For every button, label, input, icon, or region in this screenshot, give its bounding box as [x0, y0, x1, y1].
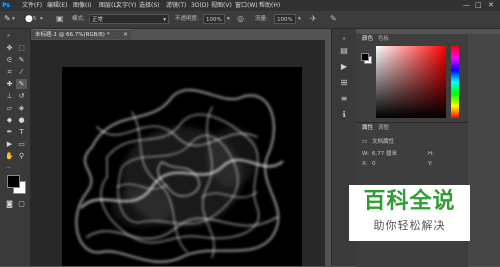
menu-window[interactable]: 窗口(W) [235, 1, 258, 10]
eraser-tool-icon[interactable]: ▱ [4, 103, 15, 113]
tab-color[interactable]: 颜色 [362, 36, 373, 43]
type-tool-icon[interactable]: T [16, 127, 27, 137]
move-tool-icon[interactable]: ✥ [4, 43, 15, 53]
chevron-down-icon: ▾ [163, 17, 166, 23]
flow-chevron-icon[interactable]: ▾ [298, 14, 301, 24]
opacity-input[interactable]: 100% [203, 14, 225, 24]
zoom-tool-icon[interactable]: ⚲ [16, 151, 27, 161]
photoshop-logo: Ps [1, 1, 11, 10]
blur-tool-icon[interactable]: ◆ [4, 115, 15, 125]
healing-brush-tool-icon[interactable]: ✚ [4, 79, 15, 89]
watermark-subtitle: 助你轻松解决 [373, 219, 446, 232]
menu-select[interactable]: 选择(S) [139, 1, 160, 10]
color-picker-field[interactable] [376, 46, 446, 118]
history-panel-icon[interactable]: ▤ [337, 45, 351, 57]
mode-select[interactable]: 正常 ▾ [89, 14, 169, 24]
flow-value: 100% [277, 17, 293, 23]
flow-label: 流量: [255, 16, 268, 22]
menu-edit[interactable]: 编辑(E) [47, 1, 67, 10]
menu-filter[interactable]: 滤镜(T) [166, 1, 186, 10]
quick-mask-icon[interactable]: ◙ [4, 199, 15, 209]
info-panel-icon[interactable]: ℹ [337, 109, 351, 121]
eyedropper-tool-icon[interactable]: ⁄ [16, 67, 27, 77]
lasso-tool-icon[interactable]: ᘓ [4, 55, 15, 65]
path-select-tool-icon[interactable]: ▶ [4, 139, 15, 149]
document-tab-label: 未标题-1 @ 66.7%(RGB/8) * [35, 32, 110, 38]
minimize-icon[interactable]: — [463, 1, 470, 10]
brush-picker-chevron-icon[interactable]: ▾ [40, 14, 43, 24]
brush-tip-icon[interactable]: ● [25, 14, 33, 24]
history-brush-tool-icon[interactable]: ↺ [16, 91, 27, 101]
document-icon: ▭ [362, 139, 368, 145]
screen-mode-icon[interactable]: ▢ [16, 199, 27, 209]
airbrush-icon[interactable]: ✈ [310, 14, 317, 24]
quick-select-tool-icon[interactable]: ✎ [16, 55, 27, 65]
paint-bucket-tool-icon[interactable]: ◈ [16, 103, 27, 113]
actions-panel-icon[interactable]: ▶ [337, 61, 351, 73]
mode-label: 模式: [72, 16, 85, 22]
tab-properties[interactable]: 属性 [362, 125, 373, 132]
pressure-opacity-icon[interactable]: ◎ [237, 14, 244, 24]
toolbox: » ✥ ⬚ ᘓ ✎ ⌗ ⁄ ✚ ✎ ⊥ ↺ ▱ ◈ ◆ ● ✒ T ▶ ▭ ✋ … [0, 29, 31, 266]
y-label: Y: [428, 161, 433, 167]
width-value[interactable]: 6.77 厘米 [372, 151, 397, 158]
x-label: X: [362, 161, 368, 167]
x-value[interactable]: 0 [372, 161, 376, 168]
shape-tool-icon[interactable]: ▭ [16, 139, 27, 149]
menu-help[interactable]: 帮助(H) [259, 1, 280, 10]
adjustments-panel-icon[interactable]: ≡ [337, 93, 351, 105]
tab-swatches[interactable]: 色板 [378, 36, 389, 43]
smoke-artwork [75, 88, 284, 263]
brush-tool-icon[interactable]: ✎ [16, 79, 27, 89]
close-window-icon[interactable]: ✕ [488, 1, 494, 10]
marquee-tool-icon[interactable]: ⬚ [16, 43, 27, 53]
opacity-label: 不透明度: [175, 16, 199, 22]
maximize-icon[interactable]: □ [475, 1, 482, 10]
menu-bar: Ps 文件(F) 编辑(E) 图像(I) 图层(L) 文字(Y) 选择(S) 滤… [0, 0, 500, 11]
more-tools-icon[interactable]: ··· [3, 163, 14, 173]
hue-slider[interactable] [451, 46, 459, 118]
menu-3d[interactable]: 3D(D) [191, 1, 209, 10]
mode-select-value: 正常 [92, 17, 104, 23]
brush-size-value[interactable]: 5 [33, 14, 36, 24]
menu-view[interactable]: 视图(V) [211, 1, 232, 10]
pressure-size-icon[interactable]: ✎ [330, 14, 337, 24]
menu-file[interactable]: 文件(F) [22, 1, 42, 10]
tool-preset-chevron-icon[interactable]: ▾ [12, 14, 15, 24]
dodge-tool-icon[interactable]: ● [16, 115, 27, 125]
height-label: H: [428, 151, 434, 157]
brush-tool-icon[interactable]: ✎ [4, 14, 11, 24]
collapse-icon[interactable]: « [337, 33, 351, 45]
clone-stamp-tool-icon[interactable]: ⊥ [4, 91, 15, 101]
color-panel-swatches[interactable] [361, 53, 372, 64]
close-icon[interactable]: × [123, 30, 128, 40]
toolbox-collapse-icon[interactable]: » [3, 31, 14, 41]
layers-area [468, 34, 500, 266]
menu-image[interactable]: 图像(I) [73, 1, 91, 10]
document-tab[interactable]: 未标题-1 @ 66.7%(RGB/8) * × [31, 29, 131, 39]
opacity-chevron-icon[interactable]: ▾ [227, 14, 230, 24]
brush-panel-icon[interactable]: ▣ [56, 14, 64, 24]
properties-panel-icon[interactable]: ⊞ [337, 77, 351, 89]
document-canvas[interactable] [62, 67, 302, 266]
pen-tool-icon[interactable]: ✒ [4, 127, 15, 137]
panel-foreground-swatch[interactable] [361, 53, 369, 61]
opacity-value: 100% [206, 17, 222, 23]
hand-tool-icon[interactable]: ✋ [4, 151, 15, 161]
watermark-title: 百科全说 [363, 189, 456, 214]
crop-tool-icon[interactable]: ⌗ [4, 67, 15, 77]
menu-type[interactable]: 文字(Y) [116, 1, 136, 10]
tab-adjustments[interactable]: 调整 [378, 125, 389, 132]
options-bar: ✎ ▾ ● 5 ▾ ▣ 模式: 正常 ▾ 不透明度: 100% ▾ ◎ 流量: … [0, 11, 500, 29]
flow-input[interactable]: 100% [274, 14, 296, 24]
doc-properties-label: 文档属性 [372, 139, 395, 145]
foreground-color-swatch[interactable] [7, 175, 20, 188]
width-label: W: [362, 151, 369, 157]
